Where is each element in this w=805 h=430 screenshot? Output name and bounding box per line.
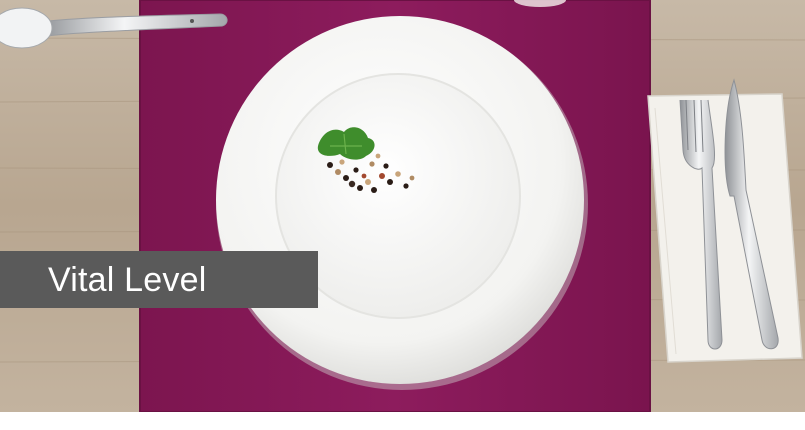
bottom-strip [0,412,805,430]
table-setting-photo [0,0,805,412]
video-frame: Vital Level [0,0,805,430]
caption-title: Vital Level [48,260,207,299]
plate [216,16,588,390]
caption-bar: Vital Level [0,251,318,308]
